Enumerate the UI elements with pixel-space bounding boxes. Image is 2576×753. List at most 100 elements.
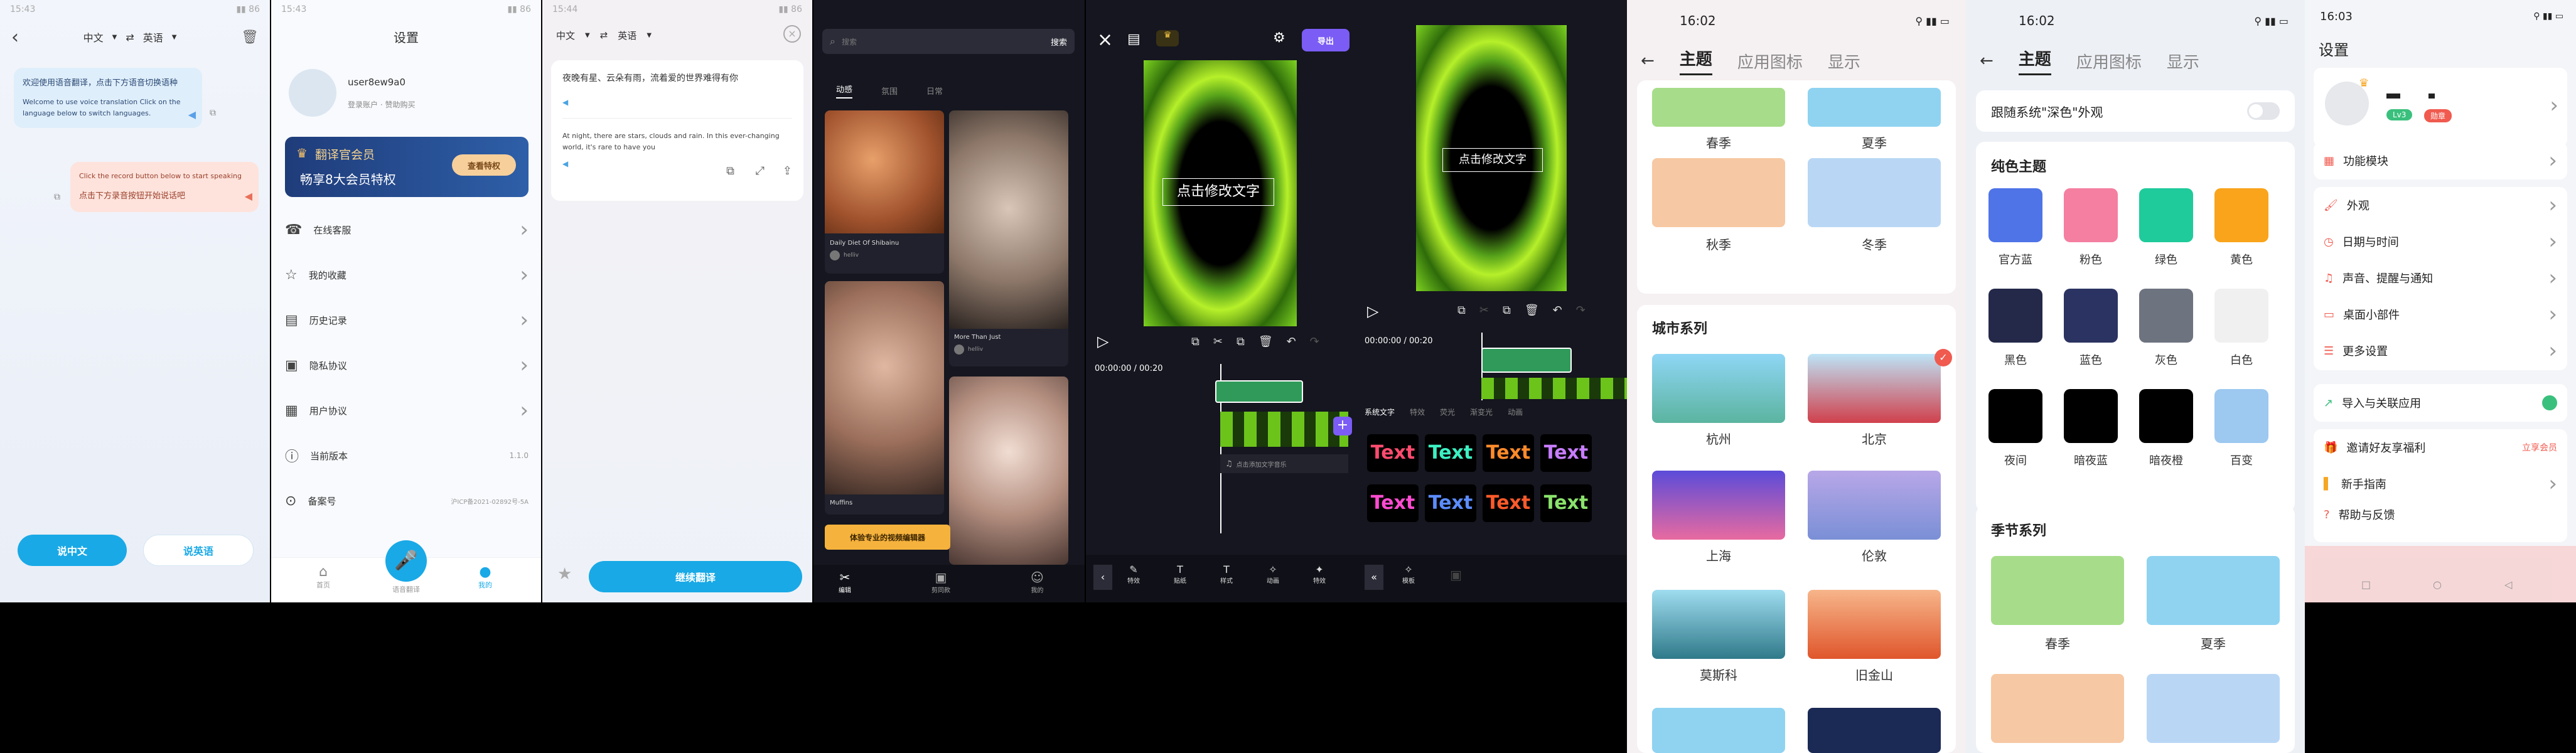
color-swatch[interactable] (2139, 289, 2193, 343)
text-overlay[interactable]: 点击修改文字 (1442, 148, 1543, 172)
tab-app-icons[interactable]: 应用图标 (1737, 50, 1803, 73)
back-icon[interactable]: ‹ (11, 26, 19, 48)
color-swatch[interactable] (2214, 289, 2268, 343)
theme-tile-summer[interactable] (2147, 556, 2280, 625)
collapse-icon[interactable]: ‹ (1093, 565, 1112, 590)
lang-from[interactable]: 中文 (83, 29, 104, 45)
add-icon[interactable]: + (1333, 417, 1352, 435)
speaker-icon[interactable]: ◀ (245, 190, 252, 202)
tab-dynamic[interactable]: 动感 (836, 83, 853, 99)
menu-item-invite[interactable]: 🎁 邀请好友享福利 立享会员 (2314, 429, 2567, 466)
menu-item-online-service[interactable]: ☎ 在线客服 › (285, 207, 529, 252)
collapse-icon[interactable]: « (1365, 565, 1383, 590)
back-nav-icon[interactable]: ◁ (2504, 579, 2512, 590)
lang-from[interactable]: 中文 (556, 29, 575, 42)
menu-item-widgets[interactable]: ▭ 桌面小部件 › (2314, 296, 2567, 333)
theme-tile-autumn[interactable] (1652, 158, 1785, 227)
tab-themes[interactable]: 主题 (2018, 46, 2051, 75)
search-button[interactable]: 搜索 (1051, 36, 1067, 48)
theme-tile-moscow[interactable] (1652, 590, 1785, 659)
theme-tile-spring[interactable] (1652, 88, 1785, 127)
play-icon[interactable]: ▷ (1367, 302, 1378, 320)
menu-item-appearance[interactable]: 🖌 外观 › (2314, 187, 2567, 223)
theme-tile-winter[interactable] (2147, 674, 2280, 743)
scissors-icon[interactable]: ✂ (1213, 335, 1223, 348)
color-swatch[interactable] (2064, 389, 2118, 443)
vip-card[interactable]: ♛ 翻译官会员 畅享8大会员特权 查看特权 (285, 137, 529, 197)
redo-icon[interactable]: ↷ (1310, 335, 1319, 348)
play-icon[interactable]: ▷ (1097, 333, 1108, 350)
copy-icon[interactable]: ⧉ (726, 164, 734, 178)
back-icon[interactable]: ← (1980, 51, 1994, 70)
speak-chinese-button[interactable]: 说中文 (18, 535, 127, 566)
nav-home[interactable]: ⌂ 首页 (316, 564, 330, 590)
text-sample[interactable]: Text (1483, 434, 1534, 472)
lang-to[interactable]: 英语 (618, 29, 636, 42)
recent-apps-icon[interactable]: □ (2361, 579, 2371, 590)
menu-item-user-agreement[interactable]: ▦ 用户协议 › (285, 388, 529, 433)
scissors-icon[interactable]: ✂ (1479, 304, 1489, 317)
trash-icon[interactable]: 🗑 (1258, 335, 1273, 348)
gear-icon[interactable]: ⚙ (1273, 30, 1285, 46)
menu-item-modules[interactable]: ▦ 功能模块 › (2314, 142, 2567, 179)
menu-item-history[interactable]: ▤ 历史记录 › (285, 297, 529, 343)
theme-tile-spring[interactable] (1991, 556, 2124, 625)
video-preview[interactable]: 点击修改文字 (1416, 25, 1567, 291)
export-button[interactable]: 导出 (1302, 29, 1350, 51)
text-sample[interactable]: Text (1540, 434, 1592, 472)
duplicate-icon[interactable]: ⧉ (1237, 335, 1245, 348)
text-sample[interactable]: Text (1425, 434, 1476, 472)
menu-item-privacy[interactable]: ▣ 隐私协议 › (285, 343, 529, 388)
editor-banner[interactable]: 体验专业的视频编辑器 (825, 525, 950, 550)
swap-icon[interactable]: ⇄ (126, 31, 134, 43)
profile-card[interactable]: ♛ Lv3 勋章 › (2314, 68, 2567, 147)
tool-fx[interactable]: ✦ 特效 (1313, 563, 1326, 585)
color-swatch[interactable] (1988, 389, 2042, 443)
share-icon[interactable]: ⇪ (783, 164, 792, 178)
theme-tile-london[interactable] (1808, 471, 1941, 540)
theme-tile-more[interactable] (1652, 708, 1785, 753)
add-audio-track[interactable]: ♫ 点击添加文字音乐 (1220, 454, 1348, 473)
copy-icon[interactable]: ⧉ (210, 108, 216, 118)
tool-sticker[interactable]: T 贴纸 (1174, 563, 1186, 585)
nav-voice-translate[interactable]: 🎤 语音翻译 (385, 540, 427, 594)
menu-item-more-settings[interactable]: ☰ 更多设置 › (2314, 333, 2567, 369)
duplicate-icon[interactable]: ⧉ (1503, 304, 1511, 317)
color-swatch[interactable] (2214, 188, 2268, 242)
text-sample[interactable]: Text (1425, 484, 1476, 522)
menu-item-date-time[interactable]: ◷ 日期与时间 › (2314, 223, 2567, 260)
tool-template[interactable]: ✧ 模板 (1402, 563, 1415, 585)
trash-icon[interactable]: 🗑 (1525, 304, 1539, 317)
undo-icon[interactable]: ↶ (1553, 304, 1562, 317)
text-sample[interactable]: Text (1483, 484, 1534, 522)
video-card[interactable]: Muffins (825, 281, 944, 515)
star-icon[interactable]: ★ (557, 565, 572, 584)
nav-mine[interactable]: ● 我的 (478, 564, 492, 590)
speaker-icon[interactable]: ◀ (562, 98, 568, 107)
lang-to[interactable]: 英语 (143, 29, 163, 45)
video-clip[interactable] (1220, 412, 1348, 447)
copy-icon[interactable]: ⧉ (54, 192, 60, 202)
user-subtext[interactable]: 登录账户 · 赞助购买 (348, 99, 415, 110)
tab-atmosphere[interactable]: 氛围 (881, 85, 898, 97)
color-swatch[interactable] (2064, 188, 2118, 242)
tab-display[interactable]: 显示 (1828, 50, 1860, 73)
menu-item-help[interactable]: ? 帮助与反馈 (2314, 502, 2567, 527)
nav-edit[interactable]: ✂ 编辑 (839, 570, 851, 594)
theme-tile-shanghai[interactable] (1652, 471, 1785, 540)
text-sample[interactable]: Text (1540, 484, 1592, 522)
speaker-icon[interactable]: ◀ (562, 159, 568, 168)
tab-animation[interactable]: 动画 (1508, 407, 1523, 417)
theme-tile-winter[interactable] (1808, 158, 1941, 227)
back-icon[interactable]: ← (1641, 51, 1655, 70)
theme-tile-beijing[interactable] (1808, 354, 1941, 423)
search-bar[interactable]: ⌕ 搜索 搜索 (822, 29, 1075, 54)
nav-template[interactable]: ▣ 剪同款 (931, 570, 950, 594)
redo-icon[interactable]: ↷ (1576, 304, 1586, 317)
nav-mine[interactable]: ☺ 我的 (1031, 570, 1044, 594)
source-text[interactable]: 夜晚有星、云朵有雨，流着爱的世界难得有你 (562, 72, 792, 85)
menu-item-sound[interactable]: ♫ 声音、提醒与通知 › (2314, 260, 2567, 296)
speaker-icon[interactable]: ◀ (188, 109, 196, 120)
crop-icon[interactable]: ⧉ (1191, 335, 1199, 348)
tab-app-icons[interactable]: 应用图标 (2076, 50, 2142, 73)
